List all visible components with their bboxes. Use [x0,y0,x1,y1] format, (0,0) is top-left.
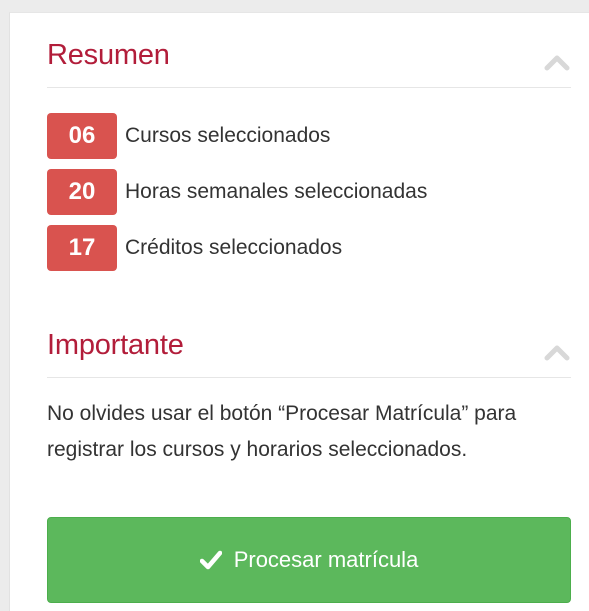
summary-row-horas: 20 Horas semanales seleccionadas [47,169,427,215]
importante-title: Importante [47,329,184,361]
resumen-title: Resumen [47,39,170,71]
page: Resumen 06 Cursos seleccionados 20 Horas… [0,0,589,611]
importante-collapse-button[interactable] [543,343,571,363]
importante-message: No olvides usar el botón “Procesar Matrí… [47,402,517,461]
count-badge: 06 [47,113,117,159]
summary-row-creditos: 17 Créditos seleccionados [47,225,342,271]
procesar-matricula-button[interactable]: Procesar matrícula [47,517,571,603]
summary-row-cursos: 06 Cursos seleccionados [47,113,330,159]
row-label: Créditos seleccionados [125,236,343,259]
row-label: Cursos seleccionados [125,124,331,147]
check-icon [199,550,222,570]
procesar-matricula-label: Procesar matrícula [233,547,419,572]
count-badge: 17 [47,225,117,271]
chevron-up-icon [544,345,570,361]
count-badge: 20 [47,169,117,215]
summary-panel: Resumen 06 Cursos seleccionados 20 Horas… [9,12,589,611]
chevron-up-icon [544,55,570,71]
resumen-collapse-button[interactable] [543,53,571,73]
resumen-header: Resumen [47,31,571,88]
importante-header: Importante [47,321,571,378]
row-label: Horas semanales seleccionadas [125,180,428,203]
